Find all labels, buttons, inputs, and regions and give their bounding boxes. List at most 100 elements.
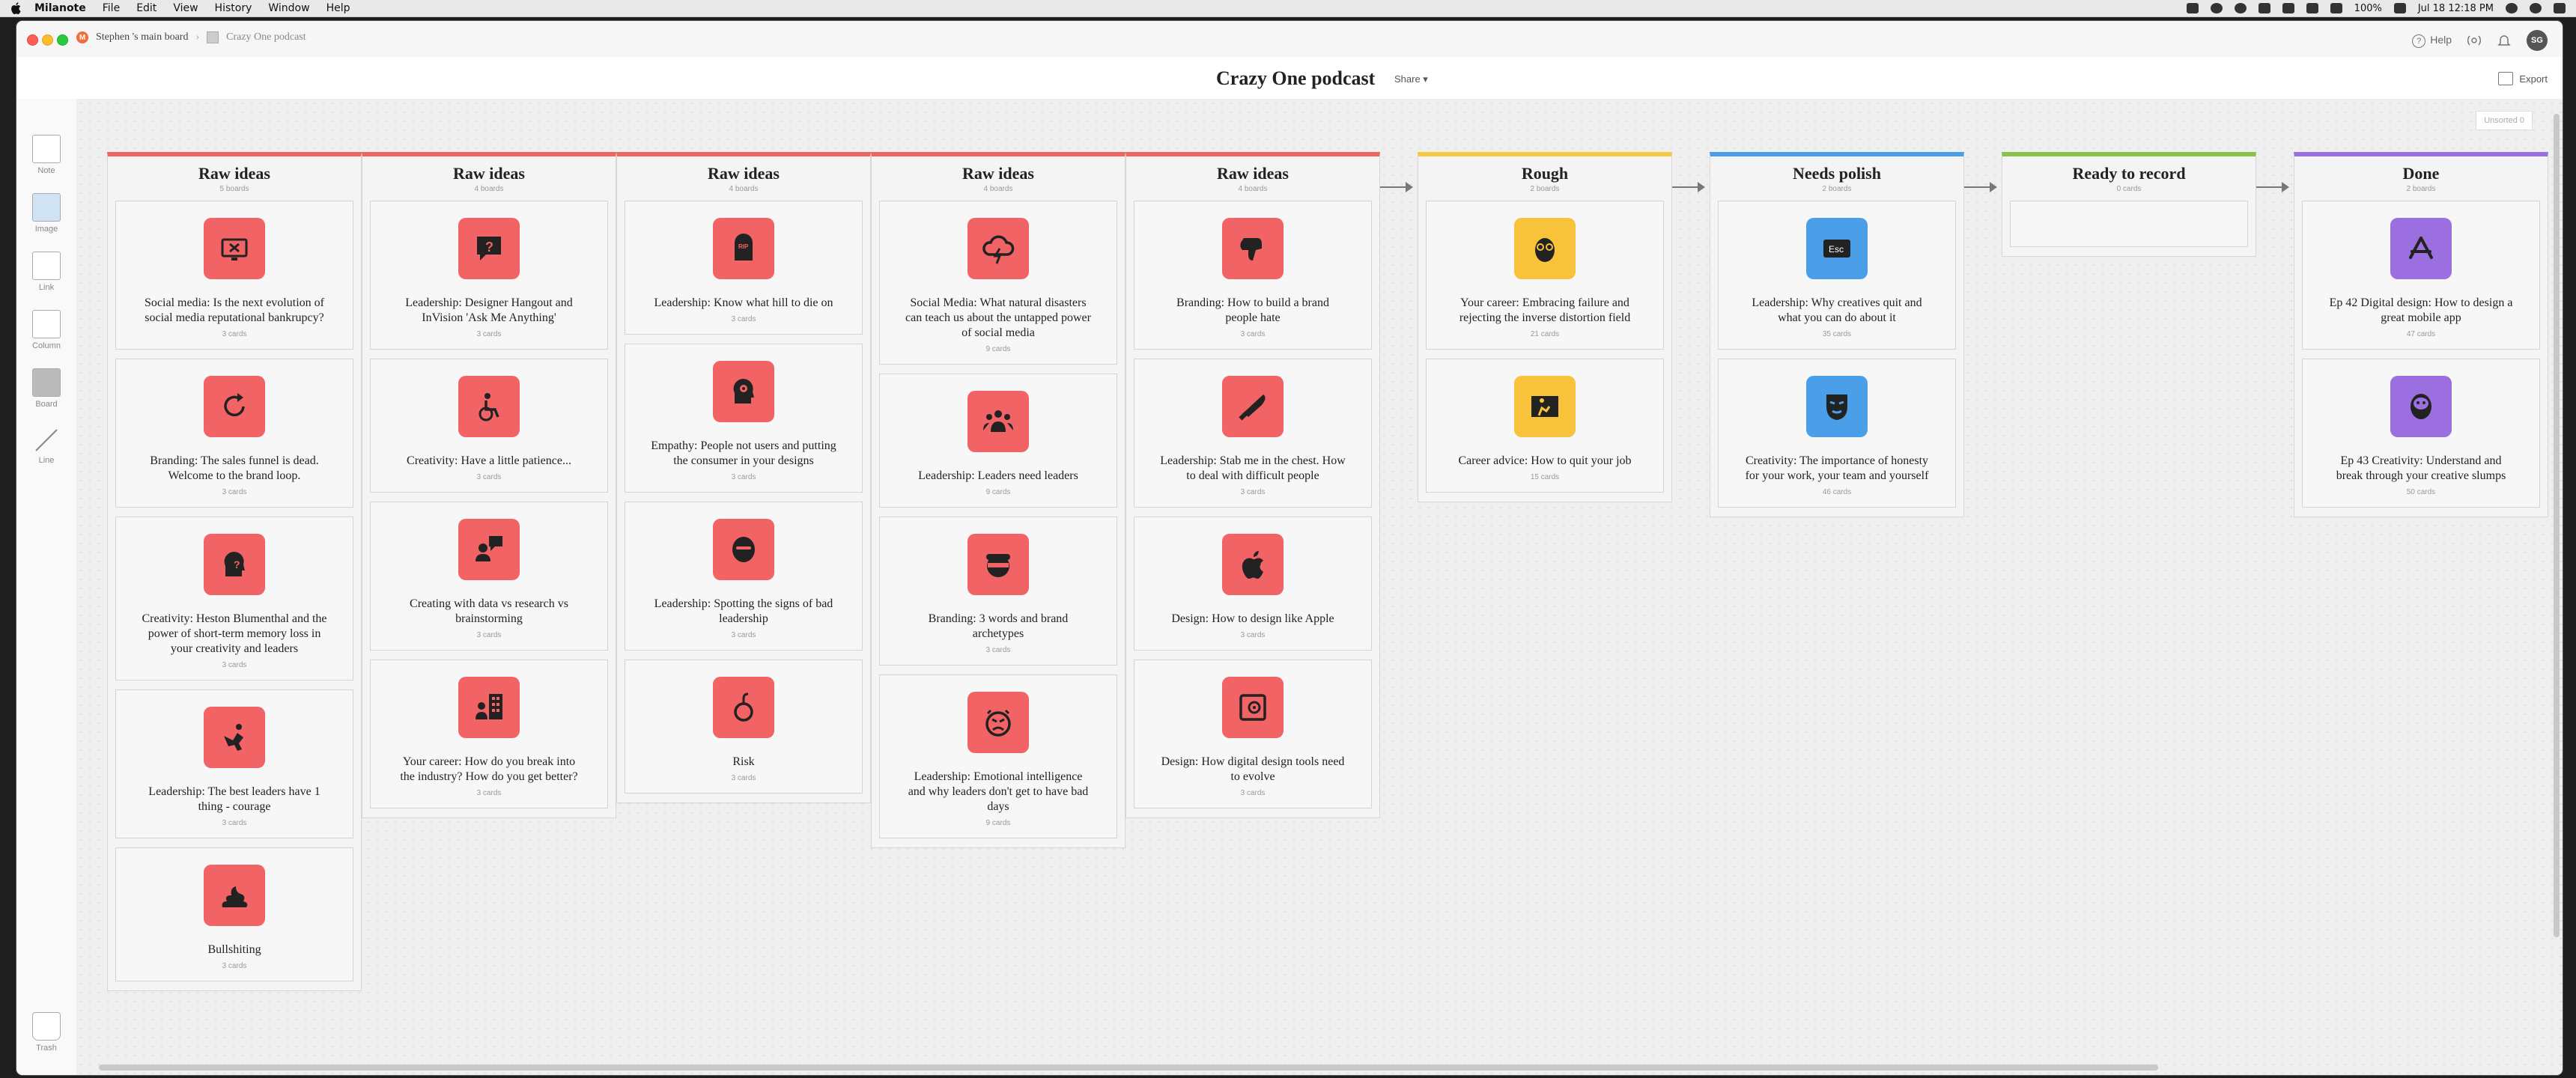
notification-center-icon[interactable] (2554, 3, 2566, 13)
battery-icon[interactable] (2393, 3, 2406, 13)
column-8[interactable]: Ready to record 0 cards (2002, 152, 2256, 257)
tool-trash[interactable]: Trash (28, 1012, 64, 1053)
column-count: 4 boards (983, 185, 1013, 193)
board-card[interactable]: Leadership: Spotting the signs of bad le… (625, 502, 863, 651)
menu-view[interactable]: View (173, 2, 198, 14)
breadcrumb-root[interactable]: Stephen 's main board (96, 31, 188, 43)
board-card[interactable]: Your career: Embracing failure and rejec… (1426, 201, 1664, 350)
board-card[interactable]: Leadership: Leaders need leaders 9 cards (879, 374, 1117, 508)
board-card[interactable]: Your career: How do you break into the i… (370, 660, 608, 808)
board-card[interactable]: RIP Leadership: Know what hill to die on 3… (625, 201, 863, 335)
siri-icon[interactable] (2530, 3, 2542, 13)
bluetooth-icon[interactable] (2258, 3, 2270, 13)
column-7[interactable]: Needs polish 2 boards Esc Leadership: Why c… (1710, 152, 1964, 517)
connector-arrow-icon[interactable] (1964, 182, 1997, 192)
board-card[interactable]: Leadership: The best leaders have 1 thin… (115, 689, 353, 838)
menu-app-name[interactable]: Milanote (34, 2, 86, 14)
export-button[interactable]: Export (2498, 72, 2548, 85)
board-card[interactable]: Leadership: Emotional intelligence and w… (879, 674, 1117, 838)
vertical-scrollbar[interactable] (2554, 114, 2560, 937)
activity-icon[interactable] (2467, 34, 2482, 47)
column-title[interactable]: Ready to record (2002, 164, 2255, 183)
unsorted-counter[interactable]: Unsorted 0 (2476, 111, 2533, 130)
refresh-icon (204, 376, 265, 437)
board-card[interactable]: Design: How to design like Apple 3 cards (1134, 517, 1372, 651)
column-title[interactable]: Raw ideas (362, 164, 616, 183)
column-title[interactable]: Raw ideas (617, 164, 870, 183)
board-card[interactable]: ? Creativity: Heston Blumenthal and the p… (115, 517, 353, 680)
menu-history[interactable]: History (215, 2, 252, 14)
board-card[interactable]: Design: How digital design tools need to… (1134, 660, 1372, 808)
menu-help[interactable]: Help (326, 2, 350, 14)
horizontal-scrollbar[interactable] (99, 1065, 2158, 1071)
board-card[interactable]: Branding: How to build a brand people ha… (1134, 201, 1372, 350)
board-card[interactable]: Bullshiting 3 cards (115, 847, 353, 981)
tool-line[interactable]: Line (28, 427, 64, 465)
column-4[interactable]: Raw ideas 4 boards Social Media: What natu… (871, 152, 1126, 848)
sync-icon[interactable] (2210, 3, 2223, 13)
tool-note[interactable]: Note (28, 135, 64, 175)
battery-percent[interactable]: 100% (2354, 3, 2382, 14)
connector-arrow-icon[interactable] (1380, 182, 1413, 192)
help-label: Help (2430, 33, 2452, 46)
dropbox-icon[interactable] (2186, 3, 2199, 13)
connector-arrow-icon[interactable] (2256, 182, 2289, 192)
column-2[interactable]: Raw ideas 4 boards? Leadership: Designer H… (362, 152, 616, 818)
board-card[interactable]: ? Leadership: Designer Hangout and InVisi… (370, 201, 608, 350)
column-title[interactable]: Raw ideas (1126, 164, 1379, 183)
creative-cloud-icon[interactable] (2234, 3, 2247, 13)
board-card[interactable]: Creativity: The importance of honesty fo… (1718, 359, 1956, 508)
close-window-button[interactable] (27, 34, 38, 46)
zoom-window-button[interactable] (57, 34, 68, 46)
column-1[interactable]: Raw ideas 5 boards Social media: Is the ne… (107, 152, 362, 991)
board-card[interactable]: Social Media: What natural disasters can… (879, 201, 1117, 365)
column-6[interactable]: Rough 2 boards Your career: Embracing fail… (1418, 152, 1672, 502)
help-button[interactable]: ? Help (2412, 34, 2452, 48)
board-card[interactable]: Social media: Is the next evolution of s… (115, 201, 353, 350)
time-machine-icon[interactable] (2282, 3, 2294, 13)
column-icon (32, 310, 61, 338)
board-card[interactable]: Risk 3 cards (625, 660, 863, 794)
avatar[interactable]: SG (2527, 30, 2548, 51)
status-area: 100% Jul 18 12:18 PM (2186, 0, 2566, 16)
board-card[interactable]: Creativity: Have a little patience... 3 c… (370, 359, 608, 493)
notifications-bell-icon[interactable] (2497, 34, 2512, 47)
milanote-logo-icon[interactable]: M (76, 31, 88, 43)
column-title[interactable]: Raw ideas (108, 164, 361, 183)
wifi-icon[interactable] (2306, 3, 2318, 13)
person-speech-icon (458, 519, 520, 580)
board-canvas[interactable]: Unsorted 0 Raw ideas 5 boards Social media… (76, 99, 2563, 1075)
minimize-window-button[interactable] (42, 34, 53, 46)
empty-column-slot[interactable] (2010, 201, 2248, 247)
tool-image[interactable]: Image (28, 193, 64, 234)
column-9[interactable]: Done 2 boards Ep 42 Digital design: How to… (2294, 152, 2548, 517)
column-5[interactable]: Raw ideas 4 boards Branding: How to build … (1126, 152, 1380, 818)
connector-arrow-icon[interactable] (1672, 182, 1705, 192)
tool-column[interactable]: Column (28, 310, 64, 350)
board-card[interactable]: Branding: The sales funnel is dead. Welc… (115, 359, 353, 508)
page-title[interactable]: Crazy One podcast (1216, 67, 1375, 90)
clock[interactable]: Jul 18 12:18 PM (2418, 3, 2494, 14)
board-card[interactable]: Creating with data vs research vs brains… (370, 502, 608, 651)
apple-menu-icon[interactable] (10, 2, 21, 14)
board-card[interactable]: Empathy: People not users and putting th… (625, 344, 863, 493)
board-card[interactable]: Ep 43 Creativity: Understand and break t… (2302, 359, 2540, 508)
board-card[interactable]: Career advice: How to quit your job 15 ca… (1426, 359, 1664, 493)
board-card[interactable]: Esc Leadership: Why creatives quit and wh… (1718, 201, 1956, 350)
column-title[interactable]: Needs polish (1710, 164, 1963, 183)
board-card[interactable]: Branding: 3 words and brand archetypes 3 … (879, 517, 1117, 666)
menu-edit[interactable]: Edit (136, 2, 157, 14)
tool-link[interactable]: Link (28, 252, 64, 292)
tool-board[interactable]: Board (28, 368, 64, 409)
menu-file[interactable]: File (103, 2, 120, 14)
airplay-icon[interactable] (2330, 3, 2342, 13)
spotlight-icon[interactable] (2506, 3, 2518, 13)
board-card[interactable]: Leadership: Stab me in the chest. How to… (1134, 359, 1372, 508)
board-card[interactable]: Ep 42 Digital design: How to design a gr… (2302, 201, 2540, 350)
share-button[interactable]: Share ▾ (1394, 73, 1428, 85)
column-3[interactable]: Raw ideas 4 boards RIP Leadership: Know wha… (616, 152, 871, 803)
column-title[interactable]: Rough (1418, 164, 1671, 183)
column-title[interactable]: Done (2294, 164, 2548, 183)
menu-window[interactable]: Window (268, 2, 309, 14)
column-title[interactable]: Raw ideas (872, 164, 1125, 183)
